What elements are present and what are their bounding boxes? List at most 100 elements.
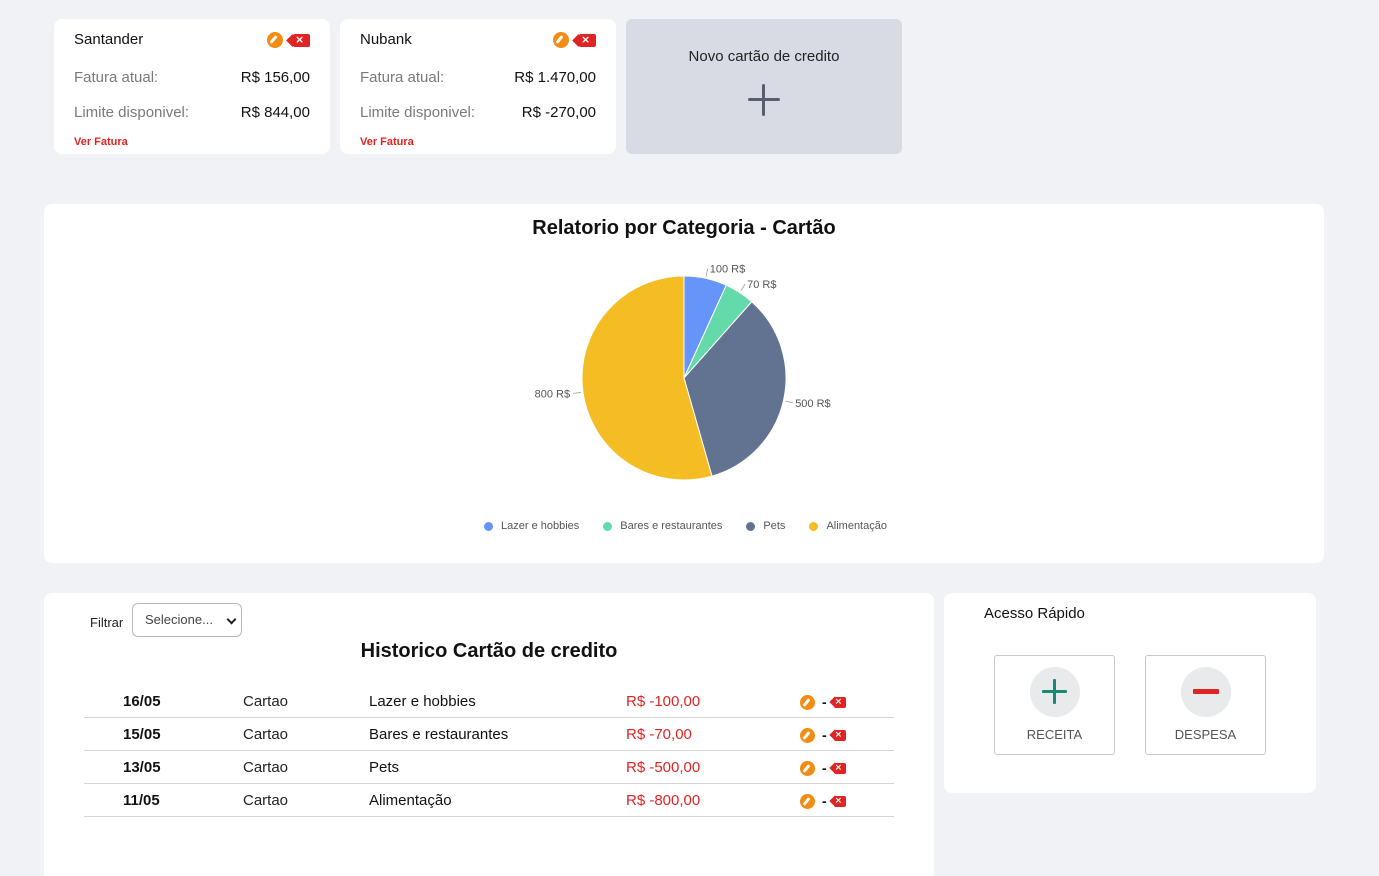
legend-marker	[809, 521, 819, 531]
legend-item[interactable]: Lazer e hobbies	[484, 520, 579, 532]
label-connector	[573, 392, 582, 394]
history-title: Historico Cartão de credito	[360, 640, 618, 662]
legend-label: Alimentação	[826, 520, 887, 532]
invoice-label: Fatura atual:	[360, 69, 445, 86]
add-expense-button[interactable]: DESPESA	[1145, 655, 1266, 755]
label-connector	[785, 400, 794, 404]
separator: -	[822, 727, 827, 743]
separator: -	[822, 760, 827, 776]
row-type: Cartao	[243, 759, 289, 776]
row-actions: - ×	[800, 694, 846, 710]
row-amount: R$ -800,00	[626, 792, 701, 809]
card-actions: ×	[553, 32, 596, 48]
delete-icon[interactable]: ×	[833, 696, 846, 708]
card-name: Nubank	[360, 31, 412, 48]
row-date: 13/05	[123, 759, 161, 776]
new-card-title: Novo cartão de credito	[688, 48, 840, 65]
legend-item[interactable]: Alimentação	[809, 520, 887, 532]
add-income-button[interactable]: RECEITA	[994, 655, 1115, 755]
legend-marker	[746, 521, 756, 531]
legend-label: Pets	[763, 520, 786, 532]
view-invoice-link[interactable]: Ver Fatura	[74, 136, 128, 148]
limit-label: Limite disponivel:	[360, 104, 476, 121]
table-row: 13/05 Cartao Pets R$ -500,00 - ×	[84, 751, 894, 784]
filter-value: Selecione...	[145, 612, 213, 627]
legend-label: Bares e restaurantes	[620, 520, 723, 532]
view-invoice-link[interactable]: Ver Fatura	[360, 136, 414, 148]
legend-item[interactable]: Pets	[746, 520, 785, 532]
invoice-row: Fatura atual: R$ 1.470,00	[360, 69, 596, 86]
limit-row: Limite disponivel: R$ -270,00	[360, 104, 596, 121]
data-label: 500 R$	[795, 398, 830, 410]
filter-select[interactable]: Selecione...	[132, 603, 242, 637]
quick-access-title: Acesso Rápido	[984, 605, 1085, 622]
pie-chart: 100 R$70 R$ 500 R$ 800 R$	[535, 264, 831, 481]
invoice-value: R$ 156,00	[240, 69, 310, 86]
delete-icon[interactable]: ×	[833, 795, 846, 807]
chart-legend: Lazer e hobbies Bares e restaurantes Pets A…	[44, 520, 1324, 532]
history-card: Filtrar Selecione... Historico Cartão de…	[44, 593, 934, 876]
row-type: Cartao	[243, 792, 289, 809]
data-label: 70 R$	[747, 279, 776, 291]
new-credit-card-button[interactable]: Novo cartão de credito	[626, 19, 902, 154]
separator: -	[822, 793, 827, 809]
edit-icon[interactable]	[553, 32, 569, 48]
history-table: 16/05 Cartao Lazer e hobbies R$ -100,00 …	[84, 685, 894, 817]
edit-icon[interactable]	[800, 760, 815, 776]
legend-marker	[484, 521, 494, 531]
limit-row: Limite disponivel: R$ 844,00	[74, 104, 310, 121]
legend-marker	[603, 521, 613, 531]
minus-icon	[1181, 667, 1231, 717]
table-row: 15/05 Cartao Bares e restaurantes R$ -70…	[84, 718, 894, 751]
edit-icon[interactable]	[800, 694, 815, 710]
quick-access-card: Acesso Rápido RECEITA DESPESA	[944, 593, 1316, 793]
row-category: Alimentação	[369, 792, 452, 809]
income-label: RECEITA	[1026, 727, 1083, 742]
row-category: Pets	[369, 759, 400, 776]
row-actions: - ×	[800, 760, 846, 776]
row-date: 16/05	[123, 693, 161, 710]
expense-label: DESPESA	[1174, 727, 1237, 742]
edit-icon[interactable]	[267, 32, 283, 48]
data-label: 100 R$	[710, 264, 745, 276]
legend-item[interactable]: Bares e restaurantes	[603, 520, 722, 532]
edit-icon[interactable]	[800, 727, 815, 743]
invoice-value: R$ 1.470,00	[514, 69, 596, 86]
label-connector	[705, 268, 709, 277]
row-date: 15/05	[123, 726, 161, 743]
table-row: 16/05 Cartao Lazer e hobbies R$ -100,00 …	[84, 685, 894, 718]
filter-label: Filtrar	[90, 615, 124, 630]
category-report-card: Relatorio por Categoria - Cartão 100 R$ 7…	[44, 204, 1324, 563]
data-label: 800 R$	[535, 389, 570, 401]
row-actions: - ×	[800, 793, 846, 809]
chevron-down-icon	[226, 614, 237, 625]
credit-card-nubank: Nubank × Fatura atual: R$ 1.470,00 Limit…	[340, 19, 616, 154]
row-amount: R$ -500,00	[626, 759, 701, 776]
plus-icon	[748, 84, 780, 116]
row-date: 11/05	[123, 792, 160, 809]
delete-icon[interactable]: ×	[293, 33, 310, 47]
edit-icon[interactable]	[800, 793, 815, 809]
row-type: Cartao	[243, 693, 289, 710]
row-actions: - ×	[800, 727, 846, 743]
card-actions: ×	[267, 32, 310, 48]
row-type: Cartao	[243, 726, 289, 743]
legend-label: Lazer e hobbies	[501, 520, 580, 532]
row-category: Lazer e hobbies	[369, 693, 476, 710]
delete-icon[interactable]: ×	[579, 33, 596, 47]
invoice-label: Fatura atual:	[74, 69, 159, 86]
label-connector	[740, 283, 746, 292]
card-name: Santander	[74, 31, 144, 48]
limit-label: Limite disponivel:	[74, 104, 190, 121]
row-category: Bares e restaurantes	[369, 726, 509, 743]
row-amount: R$ -100,00	[626, 693, 701, 710]
delete-icon[interactable]: ×	[833, 729, 846, 741]
invoice-row: Fatura atual: R$ 156,00	[74, 69, 310, 86]
table-row: 11/05 Cartao Alimentação R$ -800,00 - ×	[84, 784, 894, 817]
credit-card-santander: Santander × Fatura atual: R$ 156,00 Limi…	[54, 19, 330, 154]
limit-value: R$ 844,00	[240, 104, 310, 121]
separator: -	[822, 694, 827, 710]
delete-icon[interactable]: ×	[833, 762, 846, 774]
limit-value: R$ -270,00	[521, 104, 596, 121]
plus-icon	[1030, 667, 1080, 717]
